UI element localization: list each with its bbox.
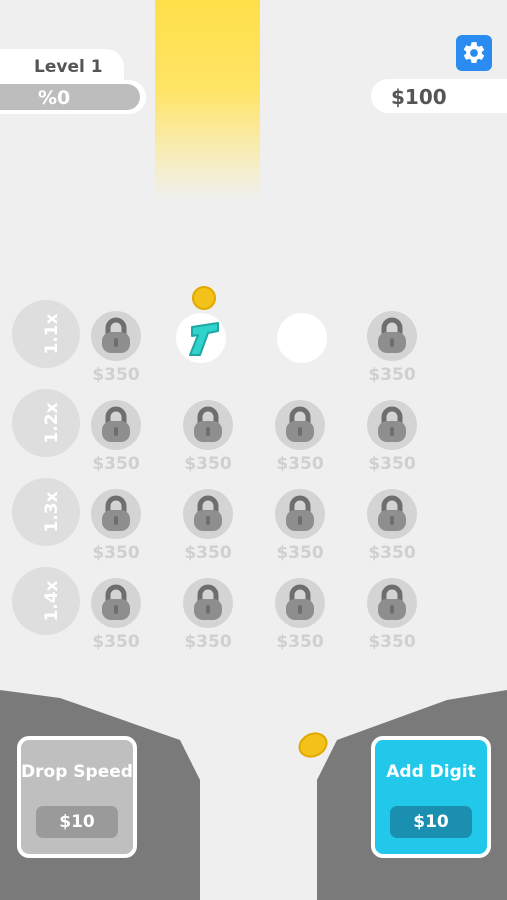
locked-slot[interactable] xyxy=(275,489,325,539)
empty-slot[interactable] xyxy=(277,313,327,363)
locked-slot[interactable] xyxy=(183,489,233,539)
lock-icon xyxy=(194,495,222,531)
lock-icon xyxy=(378,317,406,353)
lock-icon xyxy=(286,584,314,620)
locked-slot[interactable] xyxy=(275,400,325,450)
slot-price: $350 xyxy=(92,454,140,474)
level-indicator: Level 1 %0 xyxy=(0,49,148,115)
locked-slot[interactable] xyxy=(183,578,233,628)
multiplier-1: 1.1x xyxy=(12,300,80,368)
slot-price: $350 xyxy=(276,454,324,474)
settings-button[interactable] xyxy=(456,35,492,71)
slot-price: $350 xyxy=(184,543,232,563)
locked-slot[interactable] xyxy=(91,578,141,628)
slot-price: $350 xyxy=(184,632,232,652)
multiplier-3: 1.3x xyxy=(12,478,80,546)
slot-price: $350 xyxy=(184,454,232,474)
gear-icon xyxy=(463,42,485,63)
locked-slot[interactable] xyxy=(367,400,417,450)
lock-icon xyxy=(102,495,130,531)
slot-price: $350 xyxy=(92,365,140,385)
level-label: Level 1 xyxy=(34,57,103,77)
lock-icon xyxy=(378,584,406,620)
lock-icon xyxy=(194,406,222,442)
drop-speed-button[interactable]: Drop Speed $10 xyxy=(17,736,137,858)
locked-slot[interactable] xyxy=(91,489,141,539)
lock-icon xyxy=(102,317,130,353)
multiplier-2: 1.2x xyxy=(12,389,80,457)
lock-icon xyxy=(102,406,130,442)
multiplier-4: 1.4x xyxy=(12,567,80,635)
coin-icon xyxy=(294,727,332,763)
locked-slot[interactable] xyxy=(367,311,417,361)
slot-price: $350 xyxy=(368,454,416,474)
slot-price: $350 xyxy=(92,632,140,652)
digit-slot[interactable] xyxy=(176,313,226,363)
drop-speed-label: Drop Speed xyxy=(21,762,133,782)
locked-slot[interactable] xyxy=(183,400,233,450)
coin-icon xyxy=(192,286,216,310)
locked-slot[interactable] xyxy=(91,400,141,450)
slot-price: $350 xyxy=(368,365,416,385)
lock-icon xyxy=(378,406,406,442)
slot-price: $350 xyxy=(276,543,324,563)
slot-price: $350 xyxy=(368,543,416,563)
slot-price: $350 xyxy=(276,632,324,652)
locked-slot[interactable] xyxy=(367,489,417,539)
drop-speed-price: $10 xyxy=(36,806,118,838)
add-digit-button[interactable]: Add Digit $10 xyxy=(371,736,491,858)
locked-slot[interactable] xyxy=(367,578,417,628)
level-progress-bar: %0 xyxy=(0,80,146,114)
add-digit-price: $10 xyxy=(390,806,472,838)
lock-icon xyxy=(378,495,406,531)
slot-price: $350 xyxy=(368,632,416,652)
digit-1-icon xyxy=(189,322,219,356)
slot-price: $350 xyxy=(92,543,140,563)
level-progress-text: %0 xyxy=(38,87,71,109)
add-digit-label: Add Digit xyxy=(386,762,476,782)
light-beam xyxy=(155,0,260,200)
money-display: $100 xyxy=(371,79,507,113)
locked-slot[interactable] xyxy=(275,578,325,628)
lock-icon xyxy=(286,406,314,442)
lock-icon xyxy=(102,584,130,620)
lock-icon xyxy=(194,584,222,620)
money-amount: $100 xyxy=(391,85,447,109)
locked-slot[interactable] xyxy=(91,311,141,361)
lock-icon xyxy=(286,495,314,531)
